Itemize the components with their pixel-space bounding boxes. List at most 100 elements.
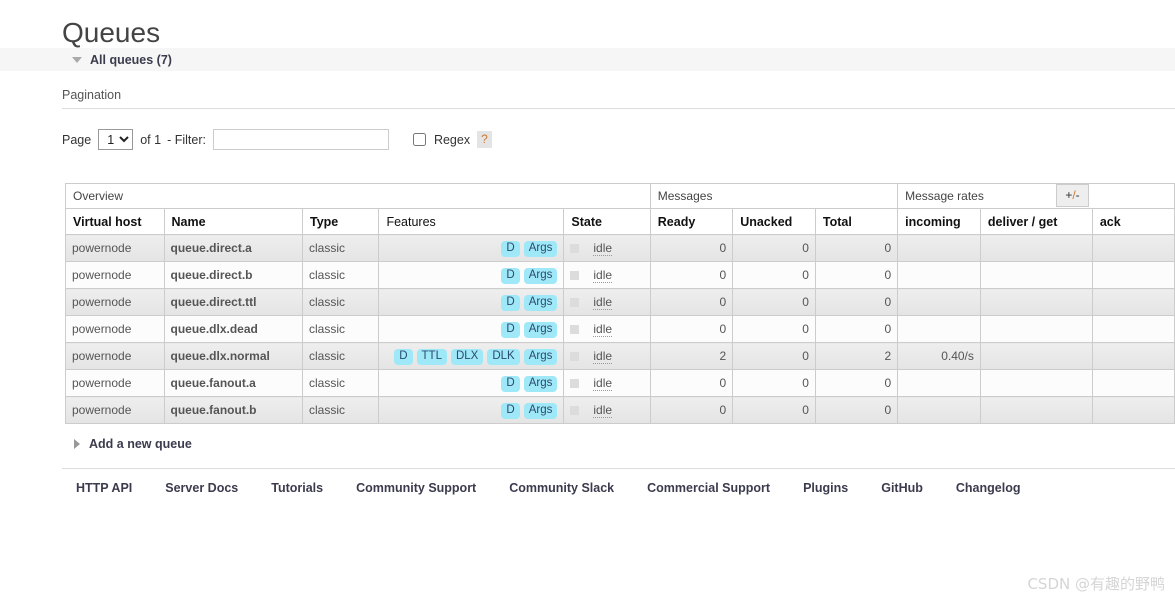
cell-deliver-get xyxy=(979,234,1093,262)
regex-help-button[interactable]: ? xyxy=(477,131,492,148)
cell-ready: 2 xyxy=(649,342,734,370)
table-column-header-deliver-get[interactable]: deliver / get xyxy=(979,208,1093,235)
cell-ready: 0 xyxy=(649,234,734,262)
feature-badge-d: D xyxy=(501,402,520,419)
toggle-columns-label: +/- xyxy=(1065,188,1080,202)
cell-unacked: 0 xyxy=(732,315,816,343)
cell-queue-name[interactable]: queue.direct.b xyxy=(163,261,303,289)
footer-links: HTTP API Server Docs Tutorials Community Su… xyxy=(76,481,1175,495)
table-column-header-state[interactable]: State xyxy=(563,208,651,235)
table-column-header-name[interactable]: Name xyxy=(163,208,303,235)
feature-badge-dlx: DLX xyxy=(450,348,484,365)
feature-badge-ttl: TTL xyxy=(416,348,447,365)
footer-link-community-slack[interactable]: Community Slack xyxy=(509,481,614,495)
table-group-header: Overview xyxy=(65,183,651,209)
footer-link-server-docs[interactable]: Server Docs xyxy=(165,481,238,495)
footer-link-http-api[interactable]: HTTP API xyxy=(76,481,132,495)
feature-badge-args: Args xyxy=(523,402,558,419)
cell-features: D Args xyxy=(378,396,565,424)
feature-badge-args: Args xyxy=(523,294,558,311)
table-row: powernode queue.dlx.dead classic D Args idle 0… xyxy=(65,315,1175,343)
cell-total: 0 xyxy=(814,288,899,316)
state-label: idle xyxy=(593,403,613,418)
cell-state: idle xyxy=(563,315,651,343)
footer-link-tutorials[interactable]: Tutorials xyxy=(271,481,323,495)
cell-unacked: 0 xyxy=(732,342,816,370)
pagination-section: Pagination Page 1 of 1 - Filter: Regex ? xyxy=(62,88,1175,150)
state-indicator-icon xyxy=(570,406,580,416)
table-row: powernode queue.direct.ttl classic D Args idl… xyxy=(65,288,1175,316)
cell-unacked: 0 xyxy=(732,369,816,397)
cell-queue-name[interactable]: queue.dlx.normal xyxy=(163,342,303,370)
cell-virtual-host: powernode xyxy=(65,396,165,424)
cell-queue-name[interactable]: queue.fanout.a xyxy=(163,369,303,397)
table-column-header-features: Features xyxy=(378,208,565,235)
cell-ack xyxy=(1091,261,1175,289)
table-column-header-type[interactable]: Type xyxy=(301,208,380,235)
cell-queue-name[interactable]: queue.dlx.dead xyxy=(163,315,303,343)
state-label: idle xyxy=(593,295,613,310)
queues-table: Overview Messages Message rates Virtual ho… xyxy=(65,183,1175,424)
watermark: CSDN @有趣的野鸭 xyxy=(1027,575,1165,593)
cell-state: idle xyxy=(563,369,651,397)
state-indicator-icon xyxy=(570,271,580,281)
cell-queue-name[interactable]: queue.direct.ttl xyxy=(163,288,303,316)
queues-table-body: powernode queue.direct.a classic D Args idle 0… xyxy=(65,234,1175,424)
cell-incoming xyxy=(897,369,981,397)
regex-checkbox[interactable] xyxy=(412,133,426,146)
table-column-header-ack[interactable]: ack xyxy=(1091,208,1175,235)
cell-type: classic xyxy=(301,369,380,397)
chevron-right-icon xyxy=(74,439,80,449)
cell-unacked: 0 xyxy=(732,396,816,424)
table-column-header-unacked[interactable]: Unacked xyxy=(732,208,816,235)
cell-queue-name[interactable]: queue.direct.a xyxy=(163,234,303,262)
feature-badge-args: Args xyxy=(523,321,558,338)
cell-incoming xyxy=(897,315,981,343)
page-select[interactable]: 1 xyxy=(98,129,134,150)
feature-badge-d: D xyxy=(501,321,520,338)
cell-ack xyxy=(1091,234,1175,262)
table-row: powernode queue.fanout.b classic D Args idle 0… xyxy=(65,396,1175,424)
table-column-header-row: Virtual host Name Type Features State Ready Un… xyxy=(65,208,1175,235)
cell-ready: 0 xyxy=(649,396,734,424)
state-label: idle xyxy=(593,322,613,337)
cell-virtual-host: powernode xyxy=(65,369,165,397)
table-column-header-ready[interactable]: Ready xyxy=(649,208,734,235)
table-column-header-incoming[interactable]: incoming xyxy=(897,208,981,235)
cell-incoming xyxy=(897,396,981,424)
table-row: powernode queue.fanout.a classic D Args idle 0… xyxy=(65,369,1175,397)
state-label: idle xyxy=(593,349,613,364)
footer-link-plugins[interactable]: Plugins xyxy=(803,481,848,495)
cell-queue-name[interactable]: queue.fanout.b xyxy=(163,396,303,424)
add-new-queue-label: Add a new queue xyxy=(89,437,192,451)
table-column-header-total[interactable]: Total xyxy=(814,208,899,235)
filter-input[interactable] xyxy=(212,129,389,150)
page-title: Queues xyxy=(62,17,161,48)
cell-incoming xyxy=(897,288,981,316)
feature-badge-d: D xyxy=(501,294,520,311)
all-queues-section-header[interactable]: All queues (7) xyxy=(0,48,1175,71)
footer-link-github[interactable]: GitHub xyxy=(881,481,923,495)
page-of-label: of 1 xyxy=(140,132,162,147)
all-queues-label: All queues (7) xyxy=(90,52,172,67)
table-column-header-virtual-host[interactable]: Virtual host xyxy=(65,208,165,235)
cell-features: D TTL DLX DLK Args xyxy=(378,342,565,370)
cell-ready: 0 xyxy=(649,369,734,397)
footer-link-commercial-support[interactable]: Commercial Support xyxy=(647,481,770,495)
cell-features: D Args xyxy=(378,288,565,316)
footer-link-community-support[interactable]: Community Support xyxy=(356,481,476,495)
cell-total: 0 xyxy=(814,396,899,424)
feature-badge-args: Args xyxy=(523,240,558,257)
footer-link-changelog[interactable]: Changelog xyxy=(956,481,1021,495)
feature-badge-d: D xyxy=(394,348,413,365)
feature-badge-d: D xyxy=(501,375,520,392)
table-group-header: Message rates xyxy=(897,183,1175,209)
table-row: powernode queue.dlx.normal classic D TTL DLX D… xyxy=(65,342,1175,370)
pagination-heading: Pagination xyxy=(62,88,1175,109)
add-new-queue-section-header[interactable]: Add a new queue xyxy=(74,437,192,451)
toggle-columns-button[interactable]: +/- xyxy=(1056,184,1089,207)
cell-deliver-get xyxy=(979,261,1093,289)
cell-type: classic xyxy=(301,396,380,424)
cell-incoming xyxy=(897,261,981,289)
cell-virtual-host: powernode xyxy=(65,261,165,289)
